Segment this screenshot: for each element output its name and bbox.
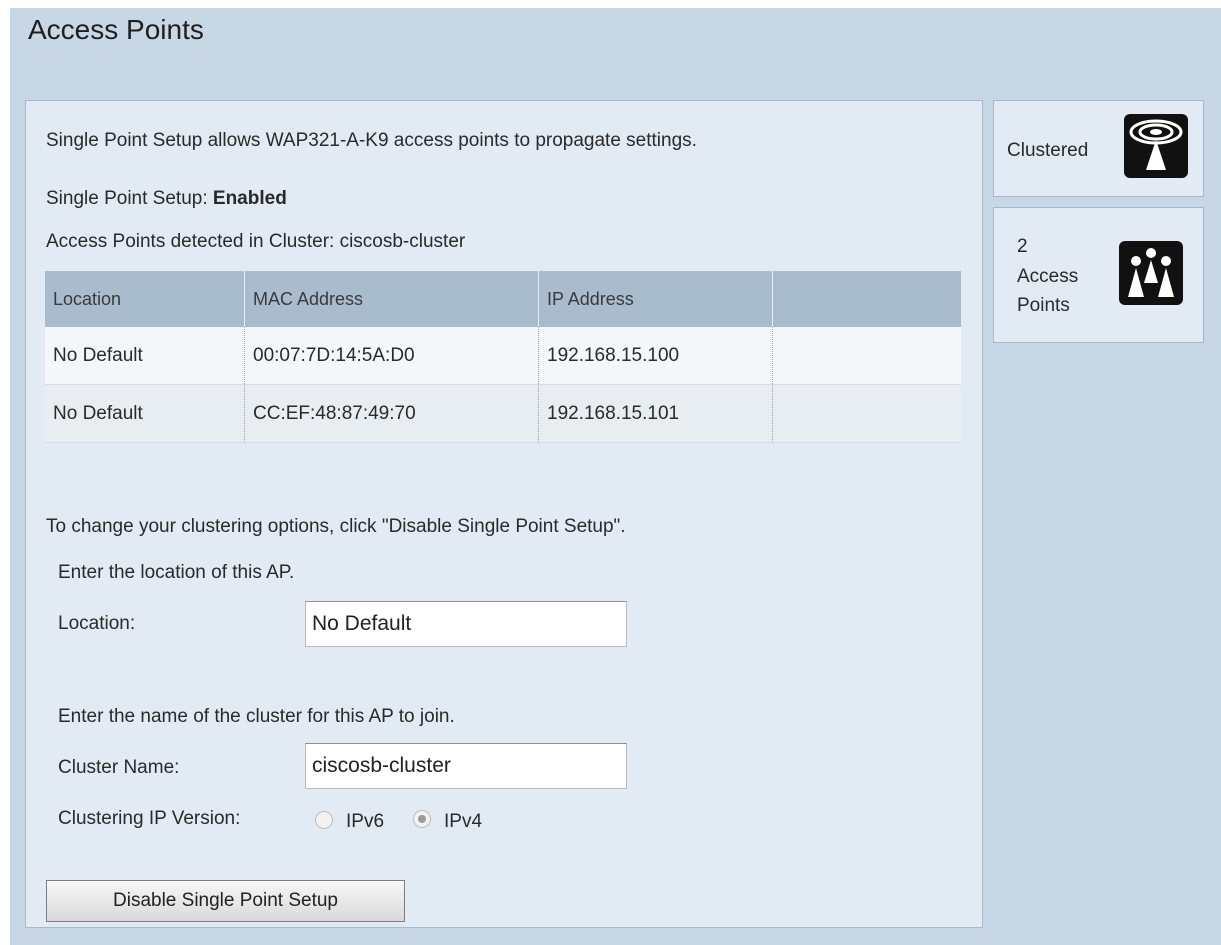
ipv4-radio[interactable] xyxy=(413,810,431,828)
ipv4-label: IPv4 xyxy=(444,811,483,832)
access-points-table: Location MAC Address IP Address No Defau… xyxy=(45,271,961,443)
status-label: Single Point Setup: xyxy=(46,188,208,209)
clustered-icon xyxy=(1124,114,1188,178)
page-title: Access Points xyxy=(28,14,204,45)
status-line: Single Point Setup: Enabled xyxy=(46,188,287,210)
access-points-icon xyxy=(1119,241,1183,305)
column-header-empty xyxy=(772,271,961,327)
location-label: Location: xyxy=(58,613,136,634)
access-points-count: 2 xyxy=(1017,236,1028,257)
cell-ip: 192.168.15.101 xyxy=(538,384,773,443)
cell-empty xyxy=(772,327,961,385)
status-value: Enabled xyxy=(212,188,287,209)
cell-ip: 192.168.15.100 xyxy=(538,327,773,385)
cell-location: No Default xyxy=(45,384,245,443)
disable-single-point-setup-button[interactable]: Disable Single Point Setup xyxy=(46,880,405,922)
cluster-detected-text: Access Points detected in Cluster: cisco… xyxy=(46,231,466,252)
clustered-label: Clustered xyxy=(1007,140,1089,161)
table-row: No Default 00:07:7D:14:5A:D0 192.168.15.… xyxy=(45,327,961,385)
ipv6-label: IPv6 xyxy=(346,811,385,832)
clustered-status-box: Clustered xyxy=(993,100,1204,197)
cell-mac: 00:07:7D:14:5A:D0 xyxy=(244,327,539,385)
column-header-location: Location xyxy=(45,271,245,327)
ipv6-radio[interactable] xyxy=(315,811,333,829)
description-text: Single Point Setup allows WAP321-A-K9 ac… xyxy=(46,130,697,151)
column-header-mac: MAC Address xyxy=(244,271,539,327)
cell-empty xyxy=(772,384,961,443)
access-points-count-box: 2 Access Points xyxy=(993,207,1204,343)
single-point-setup-panel: Single Point Setup allows WAP321-A-K9 ac… xyxy=(25,100,983,928)
access-points-label-line2: Points xyxy=(1017,295,1070,316)
change-hint-text: To change your clustering options, click… xyxy=(46,516,626,537)
table-row: No Default CC:EF:48:87:49:70 192.168.15.… xyxy=(45,384,961,443)
cell-mac: CC:EF:48:87:49:70 xyxy=(244,384,539,443)
column-header-ip: IP Address xyxy=(538,271,773,327)
cluster-name-label: Cluster Name: xyxy=(58,757,180,778)
location-prompt: Enter the location of this AP. xyxy=(58,562,295,583)
location-input[interactable] xyxy=(305,601,627,647)
cluster-name-input[interactable] xyxy=(305,743,627,789)
access-points-label-line1: Access xyxy=(1017,266,1079,287)
table-header-row: Location MAC Address IP Address xyxy=(45,271,961,327)
cluster-prompt: Enter the name of the cluster for this A… xyxy=(58,706,455,727)
cell-location: No Default xyxy=(45,327,245,385)
ip-version-label: Clustering IP Version: xyxy=(58,808,241,829)
